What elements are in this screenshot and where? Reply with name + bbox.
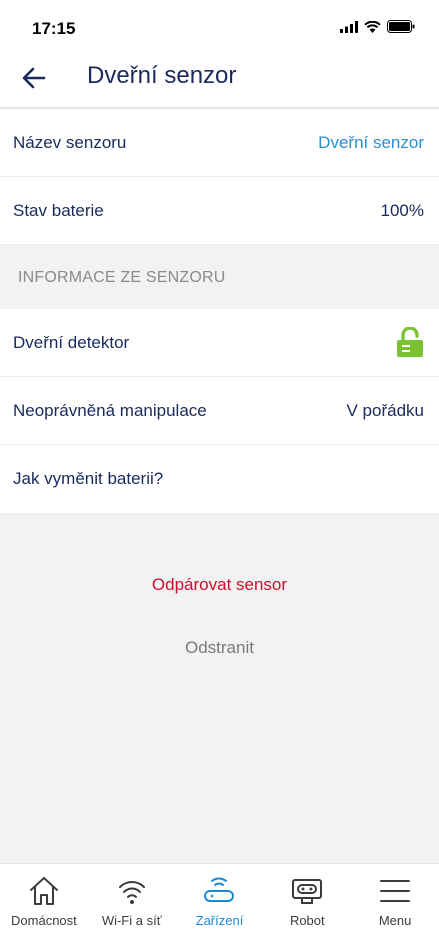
page-title: Dveřní senzor: [87, 62, 237, 89]
status-time: 17:15: [32, 19, 76, 38]
cellular-signal-icon: [340, 20, 358, 33]
unlock-icon: [397, 327, 423, 357]
tamper-label: Neoprávněná manipulace: [13, 401, 207, 420]
battery-help-label: Jak vyměnit baterii?: [13, 469, 164, 488]
sensor-name-label: Název senzoru: [13, 133, 127, 152]
tab-robot[interactable]: Robot: [263, 864, 351, 949]
tab-menu-label: Menu: [378, 913, 412, 928]
sensor-name-value[interactable]: Dveřní senzor: [318, 133, 424, 153]
tab-devices-label: Zařízení: [195, 913, 244, 928]
tab-robot-label: Robot: [289, 913, 325, 928]
unpair-sensor-button[interactable]: Odpárovat sensor: [0, 575, 439, 595]
sensor-name-row[interactable]: Název senzoru Dveřní senzor: [0, 109, 439, 177]
robot-icon: [292, 879, 323, 904]
tamper-row: Neoprávněná manipulace V pořádku: [0, 377, 439, 445]
battery-status-icon: [387, 20, 415, 33]
battery-status-label: Stav baterie: [13, 201, 104, 220]
battery-help-row[interactable]: Jak vyměnit baterii?: [0, 445, 439, 513]
door-detector-row: Dveřní detektor: [0, 309, 439, 377]
status-bar: 17:15: [0, 0, 439, 50]
tamper-value: V pořádku: [346, 401, 425, 420]
battery-status-row: Stav baterie 100%: [0, 177, 439, 245]
tab-devices[interactable]: Zařízení: [176, 864, 264, 949]
tab-wifi[interactable]: Wi-Fi a síť: [88, 864, 176, 949]
door-detector-label: Dveřní detektor: [13, 333, 130, 352]
tab-menu[interactable]: Menu: [351, 864, 439, 949]
router-icon: [204, 877, 235, 902]
tab-home-label: Domácnost: [11, 913, 77, 928]
menu-icon: [380, 880, 411, 902]
app-header: Dveřní senzor: [0, 50, 439, 108]
remove-button[interactable]: Odstranit: [0, 638, 439, 658]
section-title-sensor-info: INFORMACE ZE SENZORU: [18, 269, 226, 286]
home-icon: [29, 877, 58, 905]
tab-wifi-label: Wi-Fi a síť: [101, 913, 162, 928]
bottom-tab-bar: Domácnost Wi-Fi a síť Zařízení Robot Men…: [0, 863, 439, 949]
battery-status-value: 100%: [380, 201, 424, 220]
wifi-icon: [118, 881, 145, 904]
arrow-left-icon: [22, 67, 46, 89]
wifi-status-icon: [364, 20, 381, 33]
tab-home[interactable]: Domácnost: [0, 864, 88, 949]
status-icons: [340, 20, 415, 33]
back-button[interactable]: [18, 62, 50, 94]
